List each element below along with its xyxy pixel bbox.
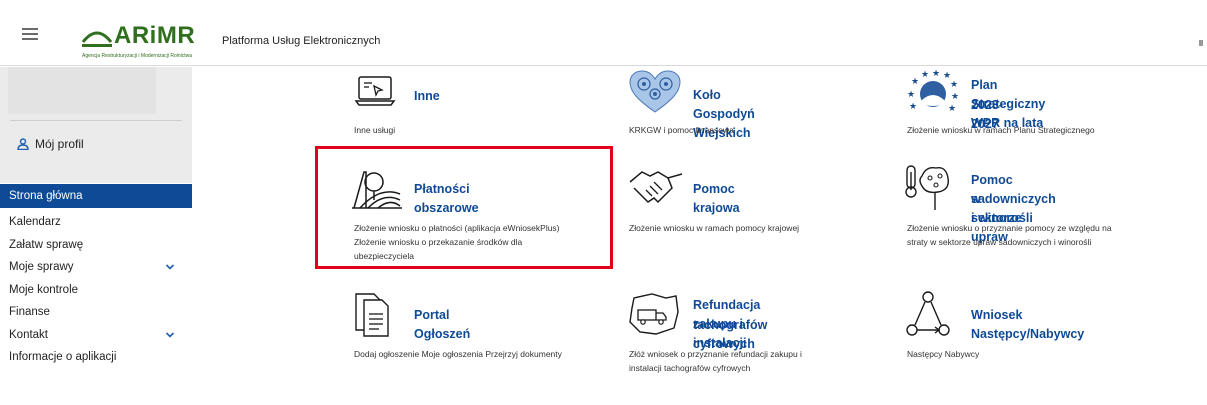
sidebar-item-zalatw-sprawe[interactable]: Załatw sprawę xyxy=(0,234,192,257)
sidebar-item-label: Kontakt xyxy=(9,328,48,341)
tile-description-line1: Złożenie wniosku o przyznanie pomocy ze … xyxy=(907,223,1112,233)
tile-description: KRKGW i pomoc finansowa xyxy=(629,125,734,135)
triangle-nodes-icon xyxy=(906,291,950,336)
svg-text:★: ★ xyxy=(909,101,917,111)
svg-text:★: ★ xyxy=(911,76,919,86)
svg-text:★: ★ xyxy=(948,103,956,113)
svg-text:★: ★ xyxy=(921,70,929,79)
sidebar-item-label: Informacje o aplikacji xyxy=(9,351,117,363)
sidebar-item-informacje[interactable]: Informacje o aplikacji xyxy=(0,346,192,369)
chevron-down-icon[interactable] xyxy=(165,256,175,278)
documents-icon xyxy=(355,293,389,337)
svg-text:★: ★ xyxy=(951,91,959,101)
tile-description-line2: straty w sektorze upraw sadowniczych i w… xyxy=(907,237,1092,247)
sidebar-item-label: Finanse xyxy=(9,306,50,318)
divider xyxy=(10,120,182,121)
thermometer-tree-icon xyxy=(905,165,949,210)
eu-stars-field-icon: ★★ ★ ★★★ ★★ ★ xyxy=(907,70,959,113)
profile-link[interactable]: Mój profil xyxy=(17,137,84,151)
svg-text:★: ★ xyxy=(950,79,958,89)
sidebar-item-moje-kontrole[interactable]: Moje kontrole xyxy=(0,279,192,302)
tile-title[interactable]: Wniosek Następcy/Nabywcy xyxy=(971,306,1084,344)
sidebar: Mój profil Strona główna Kalendarz Załat… xyxy=(0,67,192,405)
handshake-icon xyxy=(629,171,683,204)
chevron-down-icon[interactable] xyxy=(165,324,175,346)
logo-subtext: Agencja Restrukturyzacji i Modernizacji … xyxy=(82,53,193,59)
platform-title: Platforma Usług Elektronicznych xyxy=(222,35,381,47)
tile-description: Inne usługi xyxy=(354,125,396,135)
sidebar-item-label: Moje sprawy xyxy=(9,261,74,273)
tile-description: Dodaj ogłoszenie Moje ogłoszenia Przejrz… xyxy=(354,349,562,359)
avatar-placeholder xyxy=(8,67,156,114)
sidebar-item-label: Kalendarz xyxy=(9,216,61,228)
svg-text:★: ★ xyxy=(907,89,915,99)
header-edge-mark xyxy=(1199,40,1203,46)
tile-title[interactable]: Portal Ogłoszeń xyxy=(414,306,470,344)
sidebar-item-finanse[interactable]: Finanse xyxy=(0,301,192,324)
arimr-logo[interactable]: ARiMR Agencja Restrukturyzacji i Moderni… xyxy=(80,22,206,59)
tile-description: Złożenie wniosku w ramach pomocy krajowe… xyxy=(629,223,800,233)
tile-description: Następcy Nabywcy xyxy=(907,349,980,359)
tile-description-line2: instalacji tachografów cyfrowych xyxy=(629,363,751,373)
sidebar-item-moje-sprawy[interactable]: Moje sprawy xyxy=(0,256,192,279)
top-header: ARiMR Agencja Restrukturyzacji i Moderni… xyxy=(0,0,1207,66)
hamburger-menu-icon[interactable] xyxy=(22,28,38,40)
sidebar-nav: Strona główna Kalendarz Załatw sprawę Mo… xyxy=(0,184,192,369)
logo-text: ARiMR xyxy=(114,22,196,49)
profile-label: Mój profil xyxy=(35,137,84,151)
sidebar-item-label: Załatw sprawę xyxy=(9,238,84,251)
laptop-cursor-icon xyxy=(354,76,396,106)
sidebar-item-label: Moje kontrole xyxy=(9,283,79,296)
truck-map-icon xyxy=(629,293,679,335)
tile-title[interactable]: Inne xyxy=(414,87,440,106)
folk-heart-icon xyxy=(629,70,681,113)
logo-roof-icon xyxy=(81,31,113,47)
svg-text:★: ★ xyxy=(932,70,940,78)
tile-description: Złożenie wniosku w ramach Planu Strategi… xyxy=(907,125,1095,135)
tile-description-line1: Złóż wniosek o przyznanie refundacji zak… xyxy=(629,349,802,359)
sidebar-item-strona-glowna[interactable]: Strona główna xyxy=(0,184,192,208)
user-icon xyxy=(17,138,29,150)
highlight-frame xyxy=(315,146,613,269)
sidebar-item-kontakt[interactable]: Kontakt xyxy=(0,324,192,347)
tile-title[interactable]: Pomoc krajowa xyxy=(693,180,740,218)
sidebar-item-label: Strona główna xyxy=(9,190,83,202)
sidebar-item-kalendarz[interactable]: Kalendarz xyxy=(0,211,192,234)
sidebar-profile-panel: Mój profil xyxy=(0,67,192,183)
